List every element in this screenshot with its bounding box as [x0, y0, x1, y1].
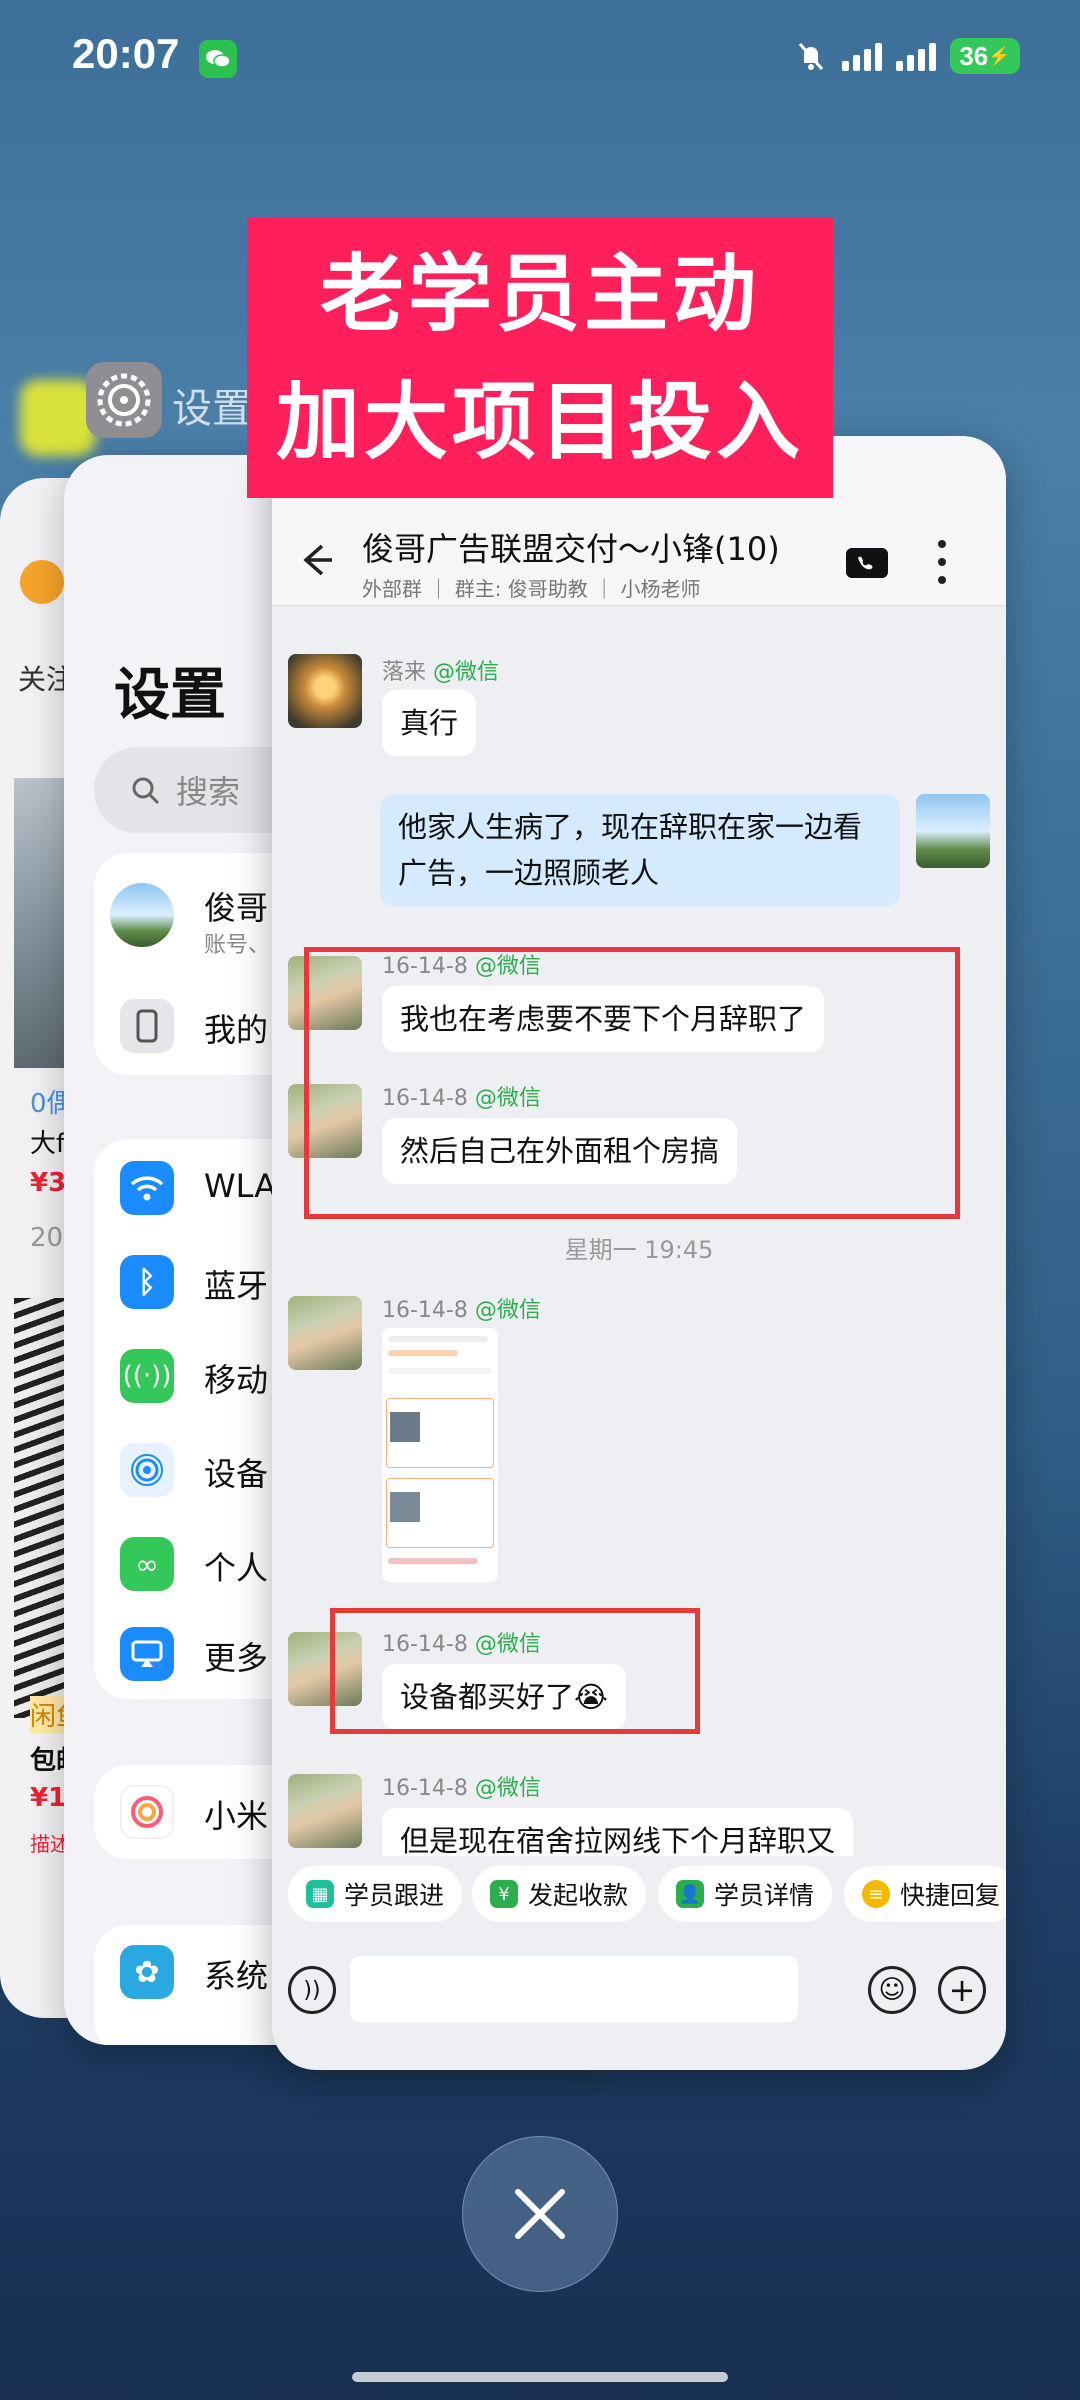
promo-banner: 老学员主动 加大项目投入: [247, 218, 833, 498]
account-sub: 账号、: [204, 933, 271, 958]
highlight-box: [330, 1608, 700, 1734]
cast-icon: [120, 1627, 174, 1681]
chat-title: 俊哥广告联盟交付～小锋(10): [362, 530, 780, 568]
payment-icon: ¥: [490, 1880, 518, 1908]
status-time: 20:07: [72, 30, 180, 77]
avatar[interactable]: [288, 1296, 362, 1370]
far-price: ¥3: [30, 1168, 67, 1198]
wlan-item[interactable]: WLA: [204, 1167, 276, 1205]
device-connect-item[interactable]: 设备: [204, 1449, 268, 1495]
more-connections-item[interactable]: 更多: [204, 1633, 268, 1679]
cellular-icon: ((·)): [120, 1349, 174, 1403]
signal-icon: [842, 41, 882, 71]
input-row: )) ☺ +: [272, 1936, 1006, 2046]
personal-hotspot-item[interactable]: 个人: [204, 1543, 268, 1589]
far-label: 大f: [30, 1129, 66, 1159]
followup-icon: ▦: [306, 1880, 334, 1908]
sender-name: 落来 @微信: [382, 660, 500, 685]
time-separator: 星期一 19:45: [564, 1236, 714, 1264]
sender-name: 16-14-8 @微信: [382, 1298, 541, 1323]
search-icon: [132, 777, 160, 805]
student-details-button[interactable]: 👤 学员详情: [658, 1866, 833, 1922]
account-name[interactable]: 俊哥: [204, 883, 268, 929]
link-icon: ∞: [120, 1537, 174, 1591]
system-item[interactable]: 系统: [204, 1951, 268, 1997]
start-payment-button[interactable]: ¥ 发起收款: [472, 1866, 647, 1922]
chat-subtitle: 外部群 ｜ 群主: 俊哥助教 ｜ 小杨老师: [362, 577, 701, 601]
far-label: 20: [30, 1223, 64, 1253]
settings-gear-icon[interactable]: [86, 362, 162, 438]
bluetooth-icon: ᛒ: [120, 1255, 174, 1309]
more-options-icon[interactable]: [936, 540, 948, 584]
status-icons: 36 ⚡: [794, 38, 1020, 74]
user-icon: 👤: [676, 1880, 704, 1908]
voice-input-icon[interactable]: )): [288, 1966, 336, 2014]
close-all-button[interactable]: [462, 2136, 618, 2292]
system-flower-icon: ✿: [120, 1945, 174, 1999]
banner-line-2: 加大项目投入: [275, 373, 804, 471]
home-indicator[interactable]: [352, 2372, 728, 2382]
add-icon[interactable]: +: [938, 1966, 986, 2014]
bluetooth-item[interactable]: 蓝牙: [204, 1261, 268, 1307]
settings-title: 设置: [114, 663, 226, 728]
quick-action-bar: ▦ 学员跟进 ¥ 发起收款 👤 学员详情 ≡ 快捷回复: [272, 1856, 1006, 1932]
hotspot-icon: [120, 1443, 174, 1497]
mobile-network-item[interactable]: 移动: [204, 1355, 268, 1401]
app-icon-blurred: [20, 380, 96, 456]
quick-reply-button[interactable]: ≡ 快捷回复: [844, 1866, 1006, 1922]
sender-name: 16-14-8 @微信: [382, 1776, 541, 1801]
message-input[interactable]: [350, 1956, 798, 2022]
recent-app-card-chat[interactable]: 俊哥广告联盟交付～小锋(10) 外部群 ｜ 群主: 俊哥助教 ｜ 小杨老师 落来…: [272, 436, 1006, 2070]
avatar[interactable]: [288, 1774, 362, 1848]
wechat-notification-icon: [199, 40, 237, 78]
mute-bell-icon: [798, 43, 824, 70]
message-bubble[interactable]: 真行: [382, 690, 477, 756]
app-logo-icon: [20, 560, 64, 604]
mi-swirl-icon: [120, 1785, 174, 1839]
wifi-icon: [120, 1161, 174, 1215]
settings-app-label[interactable]: 设置: [172, 376, 252, 434]
avatar-self[interactable]: [916, 794, 990, 868]
close-icon: [515, 2189, 565, 2239]
message-bubble-self[interactable]: 他家人生病了，现在辞职在家一边看广告，一边照顾老人: [380, 794, 900, 906]
avatar[interactable]: [288, 654, 362, 728]
highlight-box: [304, 947, 960, 1219]
signal-icon: [896, 41, 936, 71]
emoji-icon[interactable]: ☺: [868, 1966, 916, 2014]
mi-item[interactable]: 小米: [204, 1791, 268, 1837]
image-message[interactable]: [382, 1328, 498, 1582]
back-arrow-icon[interactable]: [292, 536, 340, 584]
my-device-item[interactable]: 我的: [204, 1005, 268, 1051]
banner-line-1: 老学员主动: [319, 245, 760, 343]
student-followup-button[interactable]: ▦ 学员跟进: [288, 1866, 463, 1922]
video-call-icon[interactable]: [846, 548, 888, 578]
phone-icon: [120, 999, 174, 1053]
quick-reply-icon: ≡: [862, 1880, 890, 1908]
avatar: [110, 883, 174, 947]
battery-indicator: 36 ⚡: [950, 38, 1020, 74]
